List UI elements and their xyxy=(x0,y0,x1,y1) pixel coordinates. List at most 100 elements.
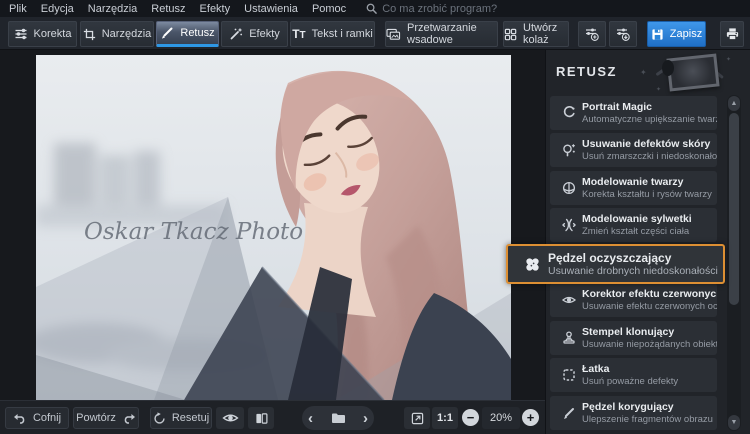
scroll-up-icon[interactable]: ▲ xyxy=(728,96,740,111)
photo-canvas[interactable]: Oskar Tkacz Photo xyxy=(26,55,511,401)
sidebar-title: RETUSZ xyxy=(556,64,617,79)
item-subtitle: Ulepszenie fragmentów obrazu xyxy=(582,414,713,425)
skin-defects-icon xyxy=(555,142,582,158)
item-subtitle: Usuwanie drobnych niedoskonałości xyxy=(548,265,718,277)
reset-icon xyxy=(153,411,166,425)
item-title: Stempel klonujący xyxy=(582,326,675,338)
photo-watermark: Oskar Tkacz Photo xyxy=(84,219,303,245)
menu-retusz[interactable]: Retusz xyxy=(151,3,185,15)
show-original-button[interactable] xyxy=(216,407,244,429)
clone-stamp-icon xyxy=(555,330,582,346)
red-eye-icon xyxy=(555,292,582,308)
sidebar-item-body-sculpt[interactable]: Modelowanie sylwetki Zmień kształt części… xyxy=(550,208,717,242)
sidebar-item-healing-brush[interactable]: Pędzel oczyszczający Usuwanie drobnych ni… xyxy=(506,244,725,284)
create-collage-button[interactable]: Utwórz kolaż xyxy=(503,21,569,47)
tab-tekst-label: Tekst i ramki xyxy=(311,28,373,40)
crop-icon xyxy=(83,28,96,41)
sidebar-item-face-sculpt[interactable]: Modelowanie twarzy Korekta kształtu i rys… xyxy=(550,171,717,205)
menu-plik[interactable]: Plik xyxy=(9,3,27,15)
tab-retusz-label: Retusz xyxy=(180,27,215,39)
patch-icon xyxy=(555,367,582,383)
item-subtitle: Korekta kształtu i rysów twarzy xyxy=(582,189,712,200)
tab-tekst-i-ramki[interactable]: TT Tekst i ramki xyxy=(290,21,375,47)
tab-efekty[interactable]: Efekty xyxy=(221,21,288,47)
fit-screen-button[interactable] xyxy=(404,407,430,429)
sidebar-item-skin-defects[interactable]: Usuwanie defektów skóry Usuń zmarszczki i… xyxy=(550,133,717,167)
prev-image-icon[interactable]: ‹ xyxy=(308,411,313,426)
item-subtitle: Usuwanie efektu czerwonych oczu xyxy=(582,301,717,312)
save-button[interactable]: Zapisz xyxy=(647,21,706,47)
fit-screen-icon xyxy=(411,412,424,425)
item-subtitle: Automatyczne upiększanie twarzy xyxy=(582,114,717,125)
item-title: Modelowanie sylwetki xyxy=(582,213,692,225)
print-icon xyxy=(725,27,740,41)
healing-brush-icon xyxy=(516,255,548,274)
print-button[interactable] xyxy=(720,21,744,47)
collage-label: Utwórz kolaż xyxy=(523,22,558,46)
adjust-brush-icon xyxy=(555,405,582,421)
add-preset-icon xyxy=(584,26,600,42)
tab-korekta[interactable]: Korekta xyxy=(8,21,77,47)
tab-narzedzia[interactable]: Narzędzia xyxy=(80,21,154,47)
file-nav-group: ‹ › xyxy=(302,406,374,430)
sidebar-item-portrait-magic[interactable]: Portrait Magic Automatyczne upiększanie t… xyxy=(550,96,717,130)
tab-efekty-label: Efekty xyxy=(249,28,280,40)
portrait-magic-icon xyxy=(555,105,582,121)
tab-narzedzia-label: Narzędzia xyxy=(101,28,152,40)
add-preset-button[interactable] xyxy=(578,21,606,47)
item-title: Łatka xyxy=(582,363,610,375)
eye-icon xyxy=(221,412,239,424)
save-label: Zapisz xyxy=(669,28,703,40)
folder-icon[interactable] xyxy=(331,412,346,424)
menu-ustawienia[interactable]: Ustawienia xyxy=(244,3,298,15)
batch-label: Przetwarzanie wsadowe xyxy=(407,22,477,46)
batch-images-icon xyxy=(386,28,401,41)
text-icon: TT xyxy=(292,27,306,41)
ratio-label: 1:1 xyxy=(437,412,453,424)
sidebar-deco-graphic: ✦ ✦ ✦ xyxy=(640,52,734,96)
menu-bar: Plik Edycja Narzędzia Retusz Efekty Usta… xyxy=(0,0,750,17)
sidebar-item-clone-stamp[interactable]: Stempel klonujący Usuwanie niepożądanych … xyxy=(550,321,717,355)
undo-button[interactable]: Cofnij xyxy=(5,407,69,429)
menu-efekty[interactable]: Efekty xyxy=(200,3,231,15)
editor-canvas-area: Oskar Tkacz Photo xyxy=(0,50,545,401)
search-icon xyxy=(366,3,378,14)
zoom-in-button[interactable]: + xyxy=(522,409,539,426)
item-title: Pędzel korygujący xyxy=(582,401,674,413)
collage-grid-icon xyxy=(504,28,517,41)
search-input[interactable] xyxy=(382,2,533,15)
item-title: Portrait Magic xyxy=(582,101,653,113)
next-image-icon[interactable]: › xyxy=(363,411,368,426)
menu-pomoc[interactable]: Pomoc xyxy=(312,3,346,15)
batch-processing-button[interactable]: Przetwarzanie wsadowe xyxy=(385,21,498,47)
item-title: Korektor efektu czerwonych oczu xyxy=(582,288,717,300)
sidebar-item-patch[interactable]: Łatka Usuń poważne defekty xyxy=(550,358,717,392)
before-after-icon xyxy=(255,412,268,425)
redo-label: Powtórz xyxy=(76,412,116,424)
item-title: Usuwanie defektów skóry xyxy=(582,138,711,150)
sidebar-item-adjust-brush[interactable]: Pędzel korygujący Ulepszenie fragmentów o… xyxy=(550,396,717,430)
brush-icon xyxy=(160,26,174,40)
scroll-down-icon[interactable]: ▼ xyxy=(728,415,740,430)
actual-size-button[interactable]: 1:1 xyxy=(432,407,458,429)
sliders-icon xyxy=(14,27,28,41)
before-after-button[interactable] xyxy=(248,407,274,429)
face-sculpt-icon xyxy=(555,180,582,196)
tab-retusz[interactable]: Retusz xyxy=(156,21,219,47)
export-preset-button[interactable] xyxy=(609,21,637,47)
body-sculpt-icon xyxy=(555,217,582,233)
scrollbar-thumb[interactable] xyxy=(729,113,739,305)
bottom-bar: Cofnij Powtórz Resetuj ‹ › 1:1 − 20% + xyxy=(0,400,545,434)
item-title: Modelowanie twarzy xyxy=(582,176,684,188)
menu-edycja[interactable]: Edycja xyxy=(41,3,74,15)
redo-button[interactable]: Powtórz xyxy=(73,407,139,429)
zoom-out-button[interactable]: − xyxy=(462,409,479,426)
reset-button[interactable]: Resetuj xyxy=(150,407,212,429)
menu-narzedzia[interactable]: Narzędzia xyxy=(88,3,138,15)
sidebar-item-red-eye[interactable]: Korektor efektu czerwonych oczuUsuwanie … xyxy=(550,283,717,317)
redo-icon xyxy=(122,412,136,424)
item-subtitle: Usuń zmarszczki i niedoskonałości skóry xyxy=(582,151,717,162)
main-toolbar: Korekta Narzędzia Retusz Efekty TT Tekst… xyxy=(0,17,750,50)
sidebar-scrollbar[interactable]: ▲ ▼ xyxy=(727,95,741,431)
item-title: Pędzel oczyszczający xyxy=(548,251,672,265)
